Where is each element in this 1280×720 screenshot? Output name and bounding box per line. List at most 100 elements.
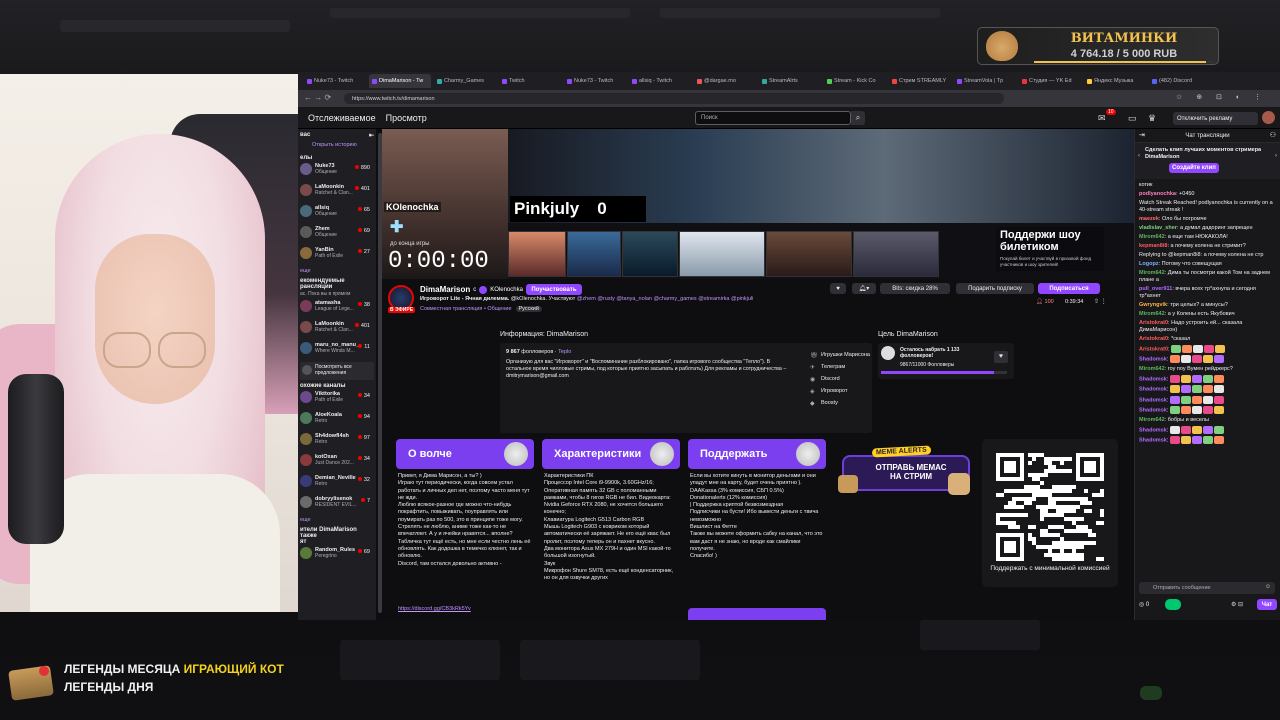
- subscribe-button[interactable]: Подписаться: [1038, 283, 1100, 294]
- chat-username[interactable]: Mirom642: [1139, 270, 1165, 276]
- browser-tab[interactable]: Студия — YK Ed: [1019, 74, 1081, 88]
- prev-arrow-icon[interactable]: ‹: [1138, 153, 1140, 160]
- sidebar-channel[interactable]: Demian_Neville Retro 32: [298, 474, 376, 495]
- browser-tab[interactable]: Stream - Kick Co: [824, 74, 886, 88]
- sidebar-channel[interactable]: Zhem Общение 69: [298, 225, 376, 246]
- sidebar-channel[interactable]: Nuke73 Общение 890: [298, 162, 376, 183]
- collapse-chat-icon[interactable]: ⇥: [1139, 131, 1145, 139]
- chat-username[interactable]: Aristokrat0: [1139, 346, 1168, 352]
- qr-code[interactable]: [996, 453, 1104, 561]
- chat-username[interactable]: podlyanochka: [1139, 191, 1176, 197]
- browser-tab[interactable]: Стрим STREAMLY: [889, 74, 951, 88]
- browser-extension-icons[interactable]: ☆ ⊕ ⊡ ◐ ⋮: [1176, 93, 1267, 101]
- team-link[interactable]: Teplo: [558, 349, 571, 355]
- nav-browse[interactable]: Просмотр: [386, 113, 427, 123]
- language-tag[interactable]: Русский: [515, 306, 542, 312]
- chat-username[interactable]: Shadomsk: [1139, 408, 1167, 414]
- user-avatar[interactable]: [1262, 111, 1275, 124]
- turn-off-ads-button[interactable]: Отключить рекламу: [1173, 112, 1258, 125]
- browser-tab[interactable]: allsiq - Twitch: [629, 74, 691, 88]
- chat-username[interactable]: Logopz: [1139, 261, 1159, 267]
- browser-tab[interactable]: StreamAlrts: [759, 74, 821, 88]
- chat-username[interactable]: vladislav_sher: [1139, 225, 1177, 231]
- see-all-suggestions-button[interactable]: Посмотреть все предложения: [300, 362, 374, 380]
- chat-settings-icons[interactable]: ⚙ ⊟: [1231, 601, 1243, 608]
- browser-tab[interactable]: Charmy_Games: [434, 74, 496, 88]
- chat-username[interactable]: Shadomsk: [1139, 438, 1167, 444]
- chat-username[interactable]: Shadomsk: [1139, 376, 1167, 382]
- social-link[interactable]: ✈ Телеграм: [810, 361, 870, 373]
- discord-link[interactable]: https://discord.gg/CB3kRk5Yv: [398, 606, 471, 612]
- chat-username[interactable]: Mirom642: [1139, 366, 1165, 372]
- sidebar-channel[interactable]: Sh4dowfl4sh Retro 97: [298, 432, 376, 453]
- crown-icon[interactable]: ♛: [1148, 113, 1156, 124]
- goal-heart-icon[interactable]: ♥: [994, 351, 1008, 363]
- social-link[interactable]: ◆ Boosty: [810, 397, 870, 409]
- search-input[interactable]: Поиск: [695, 111, 851, 125]
- sidebar-channel[interactable]: AloeKoala Retro 94: [298, 411, 376, 432]
- sidebar-channel[interactable]: dobryylisenok RESIDENT EVIL... 7: [298, 495, 376, 516]
- partner-avatar[interactable]: [479, 285, 488, 294]
- social-link[interactable]: ◉ Discord: [810, 373, 870, 385]
- chat-username[interactable]: Mirom642: [1139, 234, 1165, 240]
- search-icon[interactable]: ⌕: [851, 111, 865, 125]
- chat-username[interactable]: Mirom642: [1139, 417, 1165, 423]
- sidebar-channel[interactable]: allsiq Общение 65: [298, 204, 376, 225]
- chat-username[interactable]: Aristokrat0: [1139, 336, 1168, 342]
- create-clip-button[interactable]: Создайте клип: [1169, 163, 1219, 173]
- browser-tab[interactable]: (482) Discord: [1149, 74, 1211, 88]
- heart-icon[interactable]: ♥: [830, 283, 846, 294]
- sidebar-channel[interactable]: atamasha League of Lege... 38: [298, 299, 376, 320]
- stream-title-mentions[interactable]: @zhem @rusty @tanya_nolan @charmy_games …: [577, 296, 754, 302]
- sidebar-channel[interactable]: maru_no_manu_ Where Winds M... 11: [298, 341, 376, 362]
- chat-username[interactable]: Shadomsk: [1139, 387, 1167, 393]
- nav-following[interactable]: Отслеживаемое: [308, 113, 376, 123]
- notify-bell-icon[interactable]: 🔔︎▾: [852, 283, 876, 294]
- bits-button[interactable]: Bits: скидка 28%: [880, 283, 950, 294]
- chat-username[interactable]: Shadomsk: [1139, 427, 1167, 433]
- partner-name[interactable]: KOlenochka: [490, 287, 523, 293]
- chat-username[interactable]: Shadomsk: [1139, 397, 1167, 403]
- sidebar-channel[interactable]: Vikttorika Path of Exile 34: [298, 390, 376, 411]
- video-player[interactable]: KOlenochka Pinkjuly 0 ✚ до конца игры 0:0…: [382, 129, 1134, 279]
- chat-input[interactable]: Отправить сообщение ☺: [1139, 582, 1275, 594]
- chat-username[interactable]: Aristokrat0: [1139, 320, 1168, 326]
- users-icon[interactable]: ⚇: [1270, 131, 1276, 139]
- browser-tab[interactable]: @dargae.mo: [694, 74, 756, 88]
- sidebar-channel[interactable]: LaMoonkin Ratchet & Clan... 401: [298, 320, 376, 341]
- channel-points[interactable]: ◎ 0: [1139, 601, 1149, 608]
- chat-username[interactable]: pull_over911: [1139, 286, 1172, 292]
- chat-username[interactable]: Shadomsk: [1139, 357, 1167, 363]
- browser-tab[interactable]: StreamVola | Tp: [954, 74, 1016, 88]
- coop-label[interactable]: Совместная трансляция • Общение: [420, 306, 512, 312]
- next-arrow-icon[interactable]: ›: [1275, 153, 1277, 160]
- open-history-link[interactable]: Открыть историю: [298, 140, 376, 152]
- show-more-link-2[interactable]: еще: [298, 516, 376, 524]
- chat-username[interactable]: maezek: [1139, 216, 1159, 222]
- browser-tab[interactable]: Nuke73 - Twitch: [304, 74, 366, 88]
- chat-username[interactable]: kepman8i8: [1139, 243, 1167, 249]
- show-more-link[interactable]: еще: [298, 267, 376, 275]
- sidebar-channel[interactable]: Random_Rules Peregrino 69: [298, 546, 376, 567]
- inbox-icon[interactable]: ▭: [1128, 113, 1137, 124]
- browser-tab[interactable]: DimaMarison - Tw: [369, 74, 431, 88]
- social-link[interactable]: 🎁︎ Игрушки Марисона: [810, 349, 870, 361]
- emote-picker-icon[interactable]: ☺: [1265, 584, 1271, 590]
- chat-username[interactable]: Gwryngvik: [1139, 302, 1167, 308]
- channel-name[interactable]: DimaMarison: [420, 285, 470, 294]
- social-link[interactable]: ◈ Игроворот: [810, 385, 870, 397]
- browser-tab[interactable]: Twitch: [499, 74, 561, 88]
- notifications-icon[interactable]: ✉: [1098, 113, 1106, 124]
- sidebar-channel[interactable]: kotOxan Just Dance 202... 34: [298, 453, 376, 474]
- sidebar-channel[interactable]: YanBin Path of Exile 27: [298, 246, 376, 267]
- gift-sub-button[interactable]: Подарить подписку: [956, 283, 1034, 294]
- collapse-icon[interactable]: ⇤: [369, 132, 374, 139]
- sidebar-channel[interactable]: LaMoonkin Ratchet & Clan... 401: [298, 183, 376, 204]
- more-options-icon[interactable]: ⇧ ⋮: [1094, 298, 1107, 305]
- chat-username[interactable]: Mirom642: [1139, 311, 1165, 317]
- participate-button[interactable]: Поучаствовать: [525, 284, 582, 295]
- browser-tab[interactable]: Яндекс Музыка: [1084, 74, 1146, 88]
- browser-tab[interactable]: Nuke73 - Twitch: [564, 74, 626, 88]
- nav-arrows-icon[interactable]: ← → ⟳: [304, 93, 331, 102]
- points-bonus-icon[interactable]: [1165, 599, 1181, 610]
